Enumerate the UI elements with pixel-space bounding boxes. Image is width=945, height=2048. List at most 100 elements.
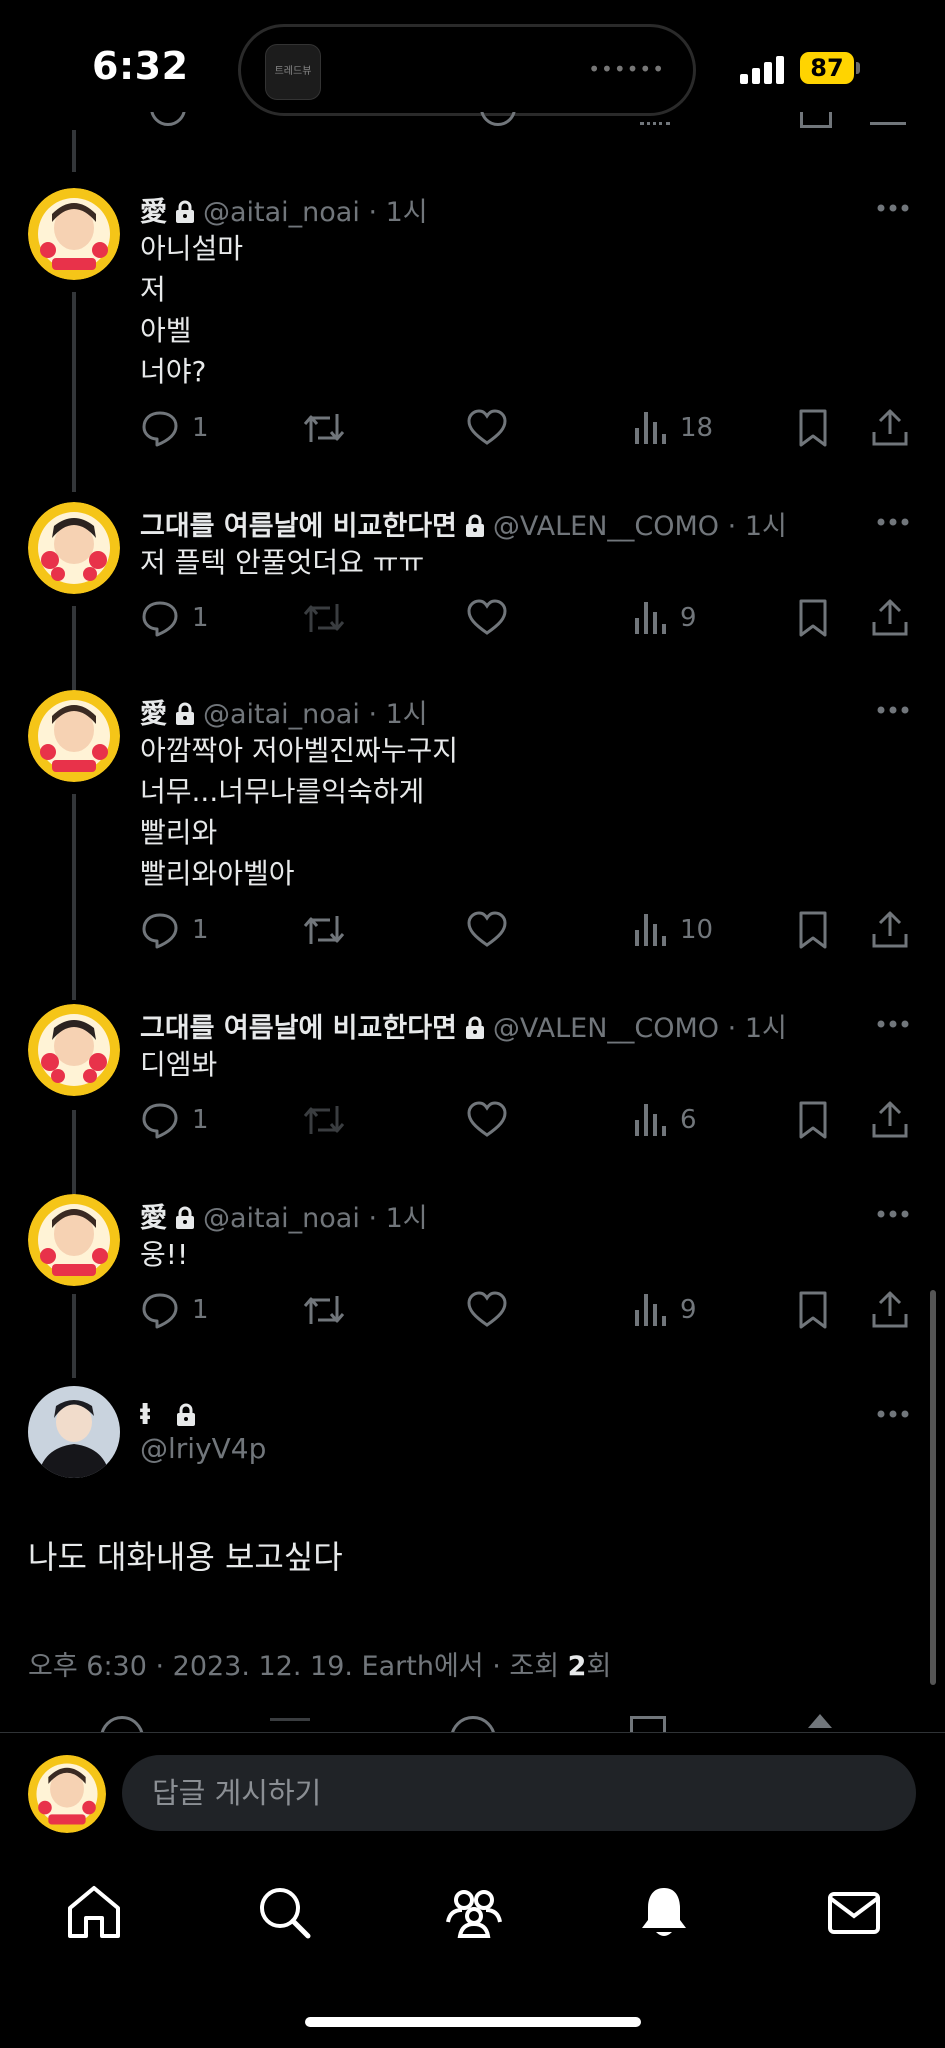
tweet-time[interactable]: 1시	[386, 197, 428, 228]
like-button[interactable]	[466, 908, 508, 952]
lock-icon	[465, 1016, 484, 1039]
reply-button[interactable]: 1	[140, 1098, 209, 1142]
views-button[interactable]: 18	[632, 406, 713, 450]
bookmark-button[interactable]	[796, 1098, 830, 1142]
lock-icon	[176, 1206, 194, 1229]
heart-icon	[467, 911, 507, 947]
author-avatar[interactable]	[28, 1386, 120, 1478]
bookmark-button[interactable]	[796, 1288, 830, 1332]
display-name[interactable]: 愛	[140, 1203, 167, 1234]
display-name[interactable]: 愛	[140, 197, 167, 228]
username[interactable]: @VALEN__COMO	[493, 1013, 719, 1044]
display-name[interactable]: 그대를 여름날에 비교한다면	[140, 1013, 457, 1044]
username[interactable]: @aitai_noai	[203, 197, 360, 228]
bookmark-button[interactable]	[796, 908, 830, 952]
dynamic-island[interactable]: 트레드뷰 ••••••	[238, 24, 696, 116]
bottom-nav	[0, 1842, 945, 2048]
tweet-header: 愛 @aitai_noai · 1시	[140, 1203, 428, 1234]
username[interactable]: @aitai_noai	[203, 699, 360, 730]
reply-input[interactable]: 답글 게시하기	[122, 1755, 916, 1831]
tweet-text: 디엠봐	[140, 1048, 218, 1081]
views-button[interactable]: 9	[632, 596, 697, 640]
reply-button[interactable]: 1	[140, 406, 209, 450]
avatar[interactable]	[28, 1194, 120, 1286]
author-username[interactable]: @lriyV4p	[140, 1432, 266, 1465]
tweet-actions: 1 9	[0, 1288, 945, 1332]
messages-icon[interactable]	[824, 1882, 884, 1942]
display-name[interactable]: 그대를 여름날에 비교한다면	[140, 511, 457, 542]
tweet-header: 愛 @aitai_noai · 1시	[140, 699, 428, 730]
tweet-actions: 1 6	[0, 1098, 945, 1142]
like-button[interactable]	[466, 406, 508, 450]
tweet-time[interactable]: 1시	[745, 1013, 787, 1044]
scrollbar[interactable]	[930, 1290, 936, 1685]
signal-icon	[740, 56, 784, 84]
more-icon[interactable]	[873, 1394, 913, 1434]
communities-icon[interactable]	[444, 1882, 504, 1942]
username[interactable]: @VALEN__COMO	[493, 511, 719, 542]
reply-icon	[142, 1293, 178, 1329]
avatar[interactable]	[28, 1004, 120, 1096]
share-button[interactable]	[870, 1098, 910, 1142]
share-button[interactable]	[870, 1288, 910, 1332]
retweet-button[interactable]	[302, 1288, 346, 1332]
username[interactable]: @aitai_noai	[203, 1203, 360, 1234]
tweet-time[interactable]: 1시	[386, 1203, 428, 1234]
views-button[interactable]: 10	[632, 908, 713, 952]
more-icon[interactable]	[873, 690, 913, 730]
thread-tweet[interactable]: 그대를 여름날에 비교한다면 @VALEN__COMO · 1시 디엠봐 1 6	[0, 1002, 945, 1152]
share-button[interactable]	[870, 908, 910, 952]
bookmark-button[interactable]	[796, 596, 830, 640]
reply-icon	[142, 913, 178, 949]
share-button[interactable]	[870, 596, 910, 640]
reply-icon	[142, 411, 178, 447]
home-icon[interactable]	[64, 1882, 124, 1942]
display-name[interactable]: 愛	[140, 699, 167, 730]
views-button[interactable]: 6	[632, 1098, 697, 1142]
search-icon[interactable]	[254, 1882, 314, 1942]
avatar[interactable]	[28, 188, 120, 280]
heart-icon	[467, 599, 507, 635]
bookmark-icon	[799, 409, 827, 447]
retweet-button[interactable]	[302, 406, 346, 450]
tweet-time[interactable]: 1시	[386, 699, 428, 730]
more-icon[interactable]	[873, 188, 913, 228]
retweet-button[interactable]	[302, 908, 346, 952]
tweet-text: 저 플텍 안풀엇더요 ㅠㅠ	[140, 546, 425, 579]
share-icon	[872, 599, 908, 636]
tweet-actions: 1 9	[0, 596, 945, 640]
views-button[interactable]: 9	[632, 1288, 697, 1332]
like-button[interactable]	[466, 596, 508, 640]
thread-tweet[interactable]: 愛 @aitai_noai · 1시 웅!! 1 9	[0, 1192, 945, 1342]
avatar[interactable]	[28, 690, 120, 782]
thread-tweet[interactable]: 그대를 여름날에 비교한다면 @VALEN__COMO · 1시 저 플텍 안풀엇…	[0, 500, 945, 650]
more-icon[interactable]	[873, 1004, 913, 1044]
status-bar: 6:32 트레드뷰 •••••• 87	[0, 0, 945, 130]
more-icon[interactable]	[873, 502, 913, 542]
like-button[interactable]	[466, 1288, 508, 1332]
heart-icon	[467, 1291, 507, 1327]
author-display-name[interactable]: ⱡ	[140, 1398, 150, 1431]
reply-button[interactable]: 1	[140, 908, 209, 952]
views-icon	[635, 602, 666, 634]
share-icon	[872, 1291, 908, 1328]
lock-icon	[176, 702, 194, 725]
bookmark-button[interactable]	[796, 406, 830, 450]
avatar[interactable]	[28, 502, 120, 594]
reply-composer-bar: 답글 게시하기	[0, 1732, 945, 1843]
notifications-icon[interactable]	[634, 1882, 694, 1942]
share-button[interactable]	[870, 406, 910, 450]
thread-tweet[interactable]: 愛 @aitai_noai · 1시 아니설마 저 아벨 너야? 1 18	[0, 186, 945, 456]
reply-button[interactable]: 1	[140, 1288, 209, 1332]
more-icon[interactable]	[873, 1194, 913, 1234]
views-icon	[635, 412, 666, 444]
my-avatar[interactable]	[28, 1755, 106, 1833]
share-icon[interactable]	[808, 1714, 832, 1728]
reply-button[interactable]: 1	[140, 596, 209, 640]
heart-icon	[467, 1101, 507, 1137]
thread-tweet[interactable]: 愛 @aitai_noai · 1시 아깜짝아 저아벨진짜누구지 너무...너무나…	[0, 688, 945, 958]
tweet-text: 아니설마 저 아벨 너야?	[140, 232, 244, 388]
status-time: 6:32	[92, 44, 189, 88]
tweet-time[interactable]: 1시	[745, 511, 787, 542]
like-button[interactable]	[466, 1098, 508, 1142]
